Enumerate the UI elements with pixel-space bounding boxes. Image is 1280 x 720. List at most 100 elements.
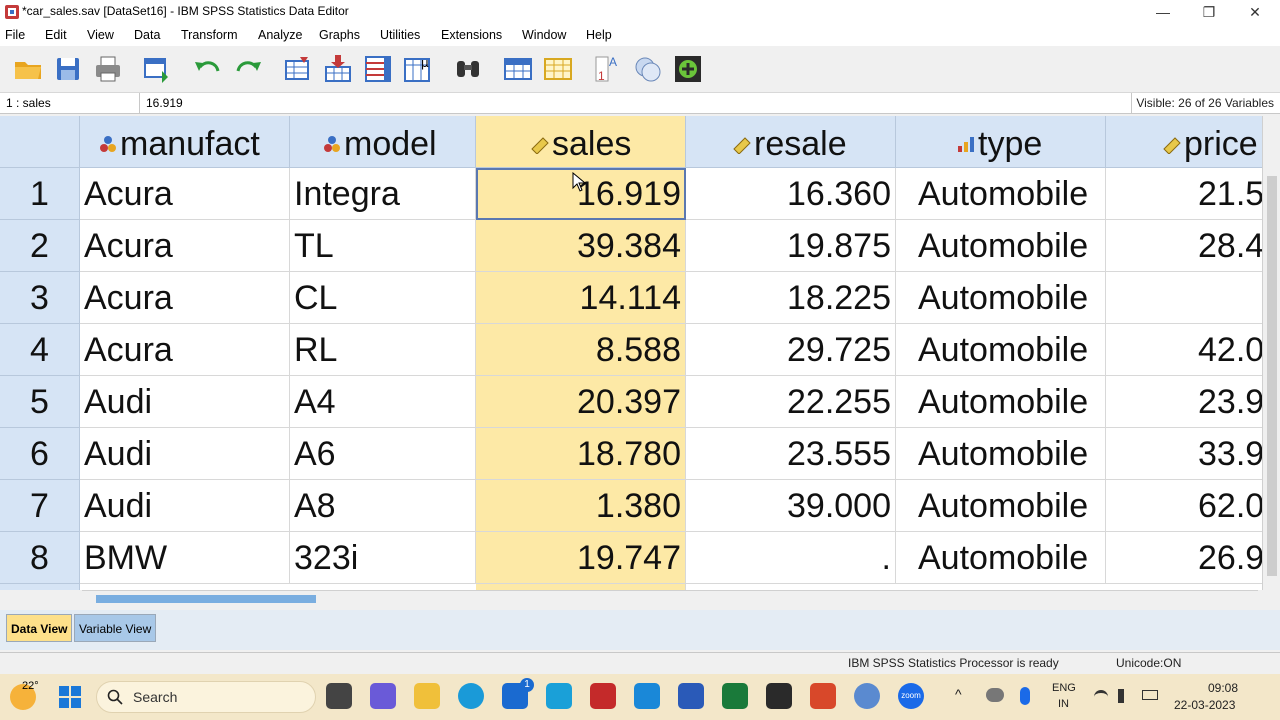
l-app-icon[interactable] — [546, 683, 572, 709]
open-folder-icon[interactable] — [12, 53, 44, 85]
cell-price[interactable]: 33.9 — [1106, 428, 1262, 480]
cell-manufact[interactable]: Audi — [80, 428, 290, 480]
menu-data[interactable]: Data — [134, 28, 160, 42]
row-header[interactable]: 8 — [0, 532, 80, 584]
cell-manufact[interactable]: Acura — [80, 220, 290, 272]
cell-type[interactable]: Automobile — [896, 428, 1106, 480]
menu-graphs[interactable]: Graphs — [319, 28, 360, 42]
menu-utilities[interactable]: Utilities — [380, 28, 420, 42]
volume-icon[interactable] — [1118, 689, 1132, 703]
find-icon[interactable] — [452, 53, 484, 85]
horizontal-scroll-thumb[interactable] — [96, 595, 316, 603]
cell-model[interactable]: 323i — [290, 532, 476, 584]
cell-sales[interactable]: 1.380 — [476, 480, 686, 532]
row-header[interactable]: 4 — [0, 324, 80, 376]
undo-icon[interactable] — [192, 53, 224, 85]
language-region[interactable]: IN — [1058, 698, 1069, 710]
recall-dialog-icon[interactable] — [142, 53, 174, 85]
close-button[interactable]: ✕ — [1232, 0, 1278, 24]
minimize-button[interactable]: — — [1140, 0, 1186, 24]
cell-type[interactable]: Automobile — [896, 168, 1106, 220]
column-header-resale[interactable]: resale — [686, 116, 896, 168]
menu-analyze[interactable]: Analyze — [258, 28, 302, 42]
cell-price[interactable] — [1106, 272, 1262, 324]
column-header-model[interactable]: model — [290, 116, 476, 168]
cell-sales[interactable]: 39.384 — [476, 220, 686, 272]
cell-manufact[interactable]: Acura — [80, 272, 290, 324]
menu-file[interactable]: File — [5, 28, 25, 42]
cell-sales[interactable]: 20.397 — [476, 376, 686, 428]
battery-icon[interactable] — [1142, 690, 1158, 700]
row-header[interactable]: 2 — [0, 220, 80, 272]
cell-type[interactable]: Automobile — [896, 532, 1106, 584]
teams-icon[interactable] — [370, 683, 396, 709]
file-explorer-icon[interactable] — [414, 683, 440, 709]
cell-type[interactable]: Automobile — [896, 324, 1106, 376]
show-hidden-icons-icon[interactable]: ^ — [955, 686, 962, 702]
cloud-icon[interactable] — [986, 688, 1004, 702]
save-icon[interactable] — [52, 53, 84, 85]
split-file-icon[interactable]: 1A — [592, 53, 624, 85]
row-header[interactable]: 6 — [0, 428, 80, 480]
cell-price[interactable]: 28.4 — [1106, 220, 1262, 272]
cell-resale[interactable]: 16.360 — [686, 168, 896, 220]
cell-model[interactable]: RL — [290, 324, 476, 376]
insert-cases-icon[interactable] — [502, 53, 534, 85]
run-descriptive-statistics-icon[interactable]: μ — [402, 53, 434, 85]
cell-manufact[interactable]: Audi — [80, 480, 290, 532]
cell-resale[interactable]: 39.000 — [686, 480, 896, 532]
spss-taskbar-icon[interactable] — [854, 683, 880, 709]
cell-resale[interactable]: . — [686, 532, 896, 584]
terminal-icon[interactable] — [766, 683, 792, 709]
tab-data-view[interactable]: Data View — [6, 614, 73, 642]
wifi-icon[interactable] — [1094, 690, 1108, 702]
insert-variable-icon[interactable] — [542, 53, 574, 85]
microphone-icon[interactable] — [1020, 687, 1030, 705]
go-to-variable-icon[interactable] — [322, 53, 354, 85]
cell-manufact[interactable]: Acura — [80, 324, 290, 376]
windows-start-icon[interactable] — [58, 685, 82, 709]
edge-icon[interactable] — [458, 683, 484, 709]
redo-icon[interactable] — [232, 53, 264, 85]
column-header-sales[interactable]: sales — [476, 116, 686, 168]
restore-button[interactable]: ❐ — [1186, 0, 1232, 24]
taskbar-search-box[interactable]: Search — [96, 681, 316, 713]
cell-sales[interactable]: 18.780 — [476, 428, 686, 480]
cell-resale[interactable]: 19.875 — [686, 220, 896, 272]
cell-type[interactable]: Automobile — [896, 376, 1106, 428]
cell-type[interactable]: Automobile — [896, 480, 1106, 532]
excel-icon[interactable] — [722, 683, 748, 709]
cell-sales[interactable]: 19.747 — [476, 532, 686, 584]
cell-model[interactable]: TL — [290, 220, 476, 272]
vertical-scrollbar[interactable] — [1262, 116, 1280, 590]
cell-resale[interactable]: 29.725 — [686, 324, 896, 376]
word-icon[interactable] — [678, 683, 704, 709]
taskbar-time[interactable]: 09:08 — [1208, 681, 1238, 695]
cell-price[interactable]: 62.0 — [1106, 480, 1262, 532]
cell-resale[interactable]: 18.225 — [686, 272, 896, 324]
print-icon[interactable] — [92, 53, 124, 85]
column-header-type[interactable]: type — [896, 116, 1106, 168]
cell-model[interactable]: A4 — [290, 376, 476, 428]
vertical-scroll-thumb[interactable] — [1267, 176, 1277, 576]
row-header[interactable]: 3 — [0, 272, 80, 324]
tab-variable-view[interactable]: Variable View — [74, 614, 157, 642]
corner-cell[interactable] — [0, 116, 80, 168]
weight-cases-icon[interactable] — [632, 53, 664, 85]
menu-help[interactable]: Help — [586, 28, 612, 42]
menu-transform[interactable]: Transform — [181, 28, 238, 42]
column-header-price[interactable]: price — [1106, 116, 1262, 168]
menu-window[interactable]: Window — [522, 28, 566, 42]
cell-sales[interactable]: 14.114 — [476, 272, 686, 324]
column-header-manufact[interactable]: manufact — [80, 116, 290, 168]
cell-model[interactable]: CL — [290, 272, 476, 324]
cell-type[interactable]: Automobile — [896, 272, 1106, 324]
menu-edit[interactable]: Edit — [45, 28, 67, 42]
cell-price[interactable]: 21.5 — [1106, 168, 1262, 220]
row-header[interactable]: 7 — [0, 480, 80, 532]
cell-manufact[interactable]: Audi — [80, 376, 290, 428]
cell-value-editor[interactable]: 16.919 — [146, 93, 183, 113]
cell-type[interactable]: Automobile — [896, 220, 1106, 272]
cell-sales[interactable]: 8.588 — [476, 324, 686, 376]
go-to-case-icon[interactable] — [282, 53, 314, 85]
